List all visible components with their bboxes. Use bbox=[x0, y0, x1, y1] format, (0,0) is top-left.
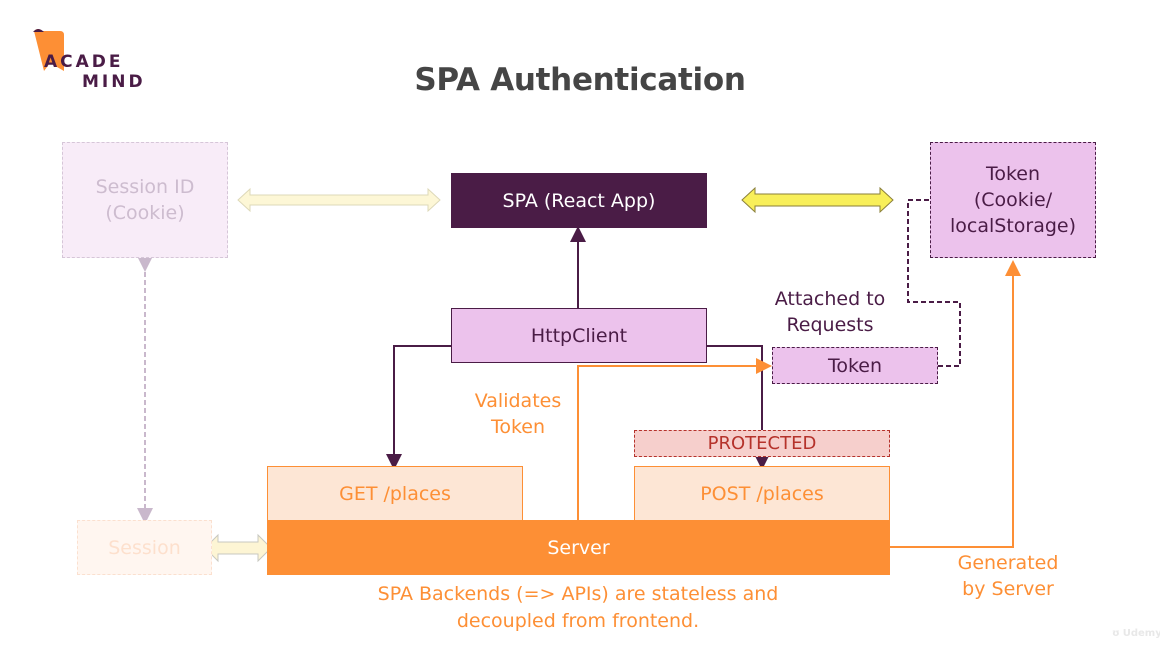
footer-note: SPA Backends (=> APIs) are stateless and… bbox=[300, 581, 856, 635]
spa-token-store-double-arrow bbox=[741, 186, 894, 214]
session-id-label: Session ID (Cookie) bbox=[95, 176, 195, 224]
server-generates-token-arrow bbox=[890, 260, 1021, 548]
session-node: Session bbox=[77, 520, 212, 575]
generated-line-2: by Server bbox=[962, 578, 1054, 600]
httpclient-to-get-arrow bbox=[386, 345, 451, 470]
get-places-label: GET /places bbox=[339, 483, 451, 505]
session-id-cookie-node: Session ID (Cookie) bbox=[62, 142, 228, 258]
protected-label: PROTECTED bbox=[707, 433, 817, 454]
spa-label: SPA (React App) bbox=[502, 189, 656, 212]
generated-line-1: Generated bbox=[957, 552, 1059, 574]
footer-line-1: SPA Backends (=> APIs) are stateless and bbox=[377, 583, 779, 605]
get-places-endpoint: GET /places bbox=[267, 466, 523, 521]
watermark-text: Udemy bbox=[1122, 628, 1160, 639]
validates-line-2: Token bbox=[490, 416, 546, 438]
token-storage-node: Token (Cookie/ localStorage) bbox=[930, 142, 1096, 258]
session-server-double-arrow bbox=[204, 533, 272, 563]
server-node: Server bbox=[267, 520, 890, 575]
attached-line-2: Requests bbox=[786, 314, 874, 336]
protected-badge: PROTECTED bbox=[634, 430, 890, 457]
validates-line-1: Validates bbox=[474, 390, 562, 412]
udemy-watermark: ʊ Udemy bbox=[1112, 628, 1160, 639]
server-label: Server bbox=[547, 536, 610, 559]
httpclient-label: HttpClient bbox=[530, 324, 628, 347]
httpclient-node: HttpClient bbox=[451, 308, 707, 363]
token-storage-line-1: Token bbox=[985, 163, 1041, 185]
session-label: Session bbox=[108, 536, 181, 559]
footer-line-2: decoupled from frontend. bbox=[456, 610, 700, 632]
generated-by-server-label: Generated by Server bbox=[944, 550, 1072, 602]
spa-react-app-node: SPA (React App) bbox=[451, 173, 707, 228]
attached-line-1: Attached to bbox=[774, 288, 886, 310]
token-label: Token bbox=[827, 354, 883, 377]
session-id-spa-double-arrow bbox=[237, 187, 441, 213]
attached-to-requests-label: Attached to Requests bbox=[762, 286, 898, 338]
token-storage-line-2: (Cookie/ bbox=[973, 189, 1053, 211]
token-storage-line-3: localStorage) bbox=[949, 215, 1077, 237]
udemy-logo-icon: ʊ bbox=[1112, 628, 1120, 639]
post-places-endpoint: POST /places bbox=[634, 466, 890, 521]
post-places-label: POST /places bbox=[700, 483, 824, 505]
token-node: Token bbox=[772, 347, 938, 384]
validates-token-label: Validates Token bbox=[458, 388, 578, 440]
